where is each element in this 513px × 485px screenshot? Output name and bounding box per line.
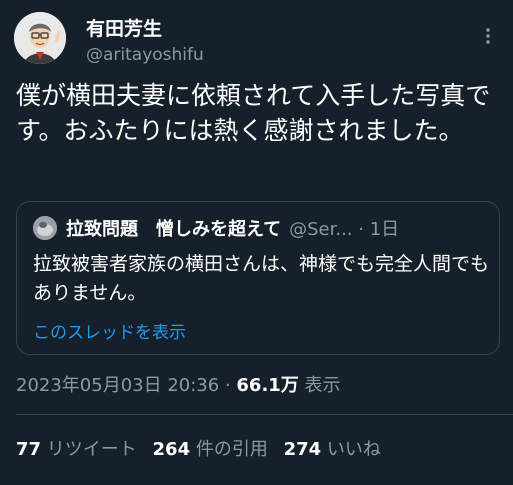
quote-text: 拉致被害者家族の横田さんは、神様でも完全人間でもありません。 (33, 253, 490, 304)
views-label: 表示 (298, 375, 341, 396)
quotes-count: 264 (152, 439, 191, 460)
account-avatar-icon (33, 216, 57, 240)
quote-header: 拉致問題 憎しみを超えて @Ser... · 1日 (66, 215, 496, 241)
quote-timestamp[interactable]: 1日 (370, 219, 399, 240)
divider (16, 414, 513, 415)
quote-dot-separator: · (358, 219, 364, 240)
quotes-label: 件の引用 (190, 439, 268, 460)
quote-tweet-card[interactable]: 拉致問題 憎しみを超えて @Ser... · 1日 拉致被害者家族の横田さんは、神… (16, 201, 500, 355)
more-options-icon[interactable] (478, 26, 498, 46)
user-avatar-illustration-icon (14, 12, 66, 64)
tweet-timestamp[interactable]: 2023年05月03日 20:36 (16, 375, 219, 396)
meta-separator: · (219, 375, 237, 396)
tweet-text: 僕が横田夫妻に依頼されて入手した写真です。おふたりには熱く感謝されました。 (16, 81, 491, 145)
author-handle[interactable]: @aritayoshifu (86, 45, 204, 65)
likes-stat[interactable]: 274 いいね (284, 439, 381, 460)
retweets-count: 77 (16, 439, 42, 460)
quote-author-name[interactable]: 拉致問題 憎しみを超えて (66, 219, 281, 240)
quote-avatar[interactable] (33, 216, 57, 240)
show-thread-link[interactable]: このスレッドを表示 (33, 318, 186, 343)
author-avatar[interactable] (14, 12, 66, 64)
quotes-stat[interactable]: 264 件の引用 (153, 439, 268, 460)
tweet-detail: 有田芳生 @aritayoshifu 僕が横田夫妻に依頼されて入手した写真です。… (0, 0, 513, 485)
retweets-stat[interactable]: 77 リツイート (16, 439, 137, 460)
likes-count: 274 (283, 439, 322, 460)
views-count[interactable]: 66.1万 (236, 375, 298, 396)
tweet-meta: 2023年05月03日 20:36 · 66.1万 表示 (16, 371, 341, 397)
retweets-label: リツイート (41, 439, 137, 460)
engagement-stats: 77 リツイート 264 件の引用 274 いいね (16, 435, 391, 461)
author-display-name[interactable]: 有田芳生 (86, 14, 162, 41)
quote-author-handle[interactable]: @Ser... (289, 219, 352, 240)
likes-label: いいね (321, 439, 381, 460)
